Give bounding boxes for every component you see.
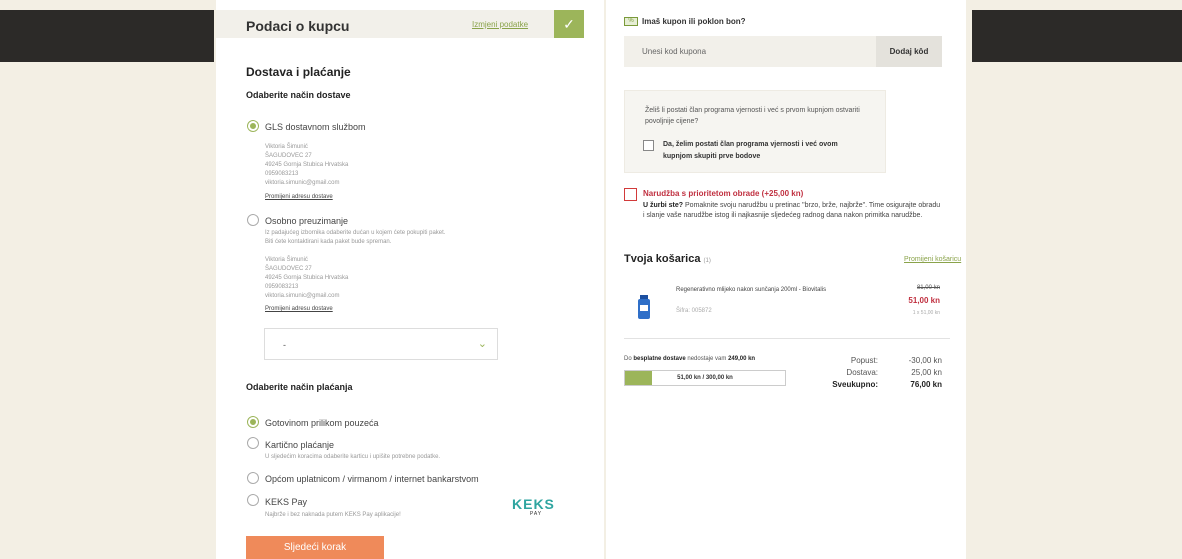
payment-option-keks-label: KEKS Pay: [265, 497, 308, 507]
free-shipping-mid: nedostaje vam: [685, 356, 729, 362]
coupon-title: Imaš kupon ili poklon bon?: [642, 17, 746, 26]
background-band-right: [972, 10, 1182, 62]
store-select[interactable]: - ⌄: [264, 328, 498, 360]
summary-total-label: Sveukupno:: [832, 380, 878, 389]
cart-count: (1): [703, 258, 711, 264]
address-line: ŠAGUDOVEC 27: [265, 266, 312, 272]
background-band-left: [0, 10, 214, 62]
address-line: 49245 Gornja Stubica Hrvatska: [265, 275, 349, 281]
summary-total-value: 76,00 kn: [910, 380, 942, 389]
loyalty-box: Želiš li postati član programa vjernosti…: [624, 90, 886, 173]
address-line: viktoria.simunic@gmail.com: [265, 180, 340, 186]
summary-shipping-value: 25,00 kn: [911, 368, 942, 377]
card-description: U sljedećim koracima odaberite karticu i…: [265, 454, 441, 460]
product-price: 51,00 kn: [908, 296, 940, 305]
edit-buyer-link[interactable]: Izmjeni podatke: [472, 20, 528, 29]
delivery-payment-heading: Dostava i plaćanje: [246, 65, 351, 79]
payment-radio-keks[interactable]: [247, 494, 259, 506]
address-line: 0959083213: [265, 284, 299, 290]
priority-checkbox[interactable]: [624, 188, 637, 201]
cart-divider: [624, 338, 950, 339]
cart-title-text: Tvoja košarica: [624, 253, 701, 265]
cart-title: Tvoja košarica (1): [624, 253, 711, 265]
coupon-code-input[interactable]: [624, 36, 876, 67]
product-name[interactable]: Regenerativno mlijeko nakon sunčanja 200…: [676, 285, 856, 295]
payment-option-card-label: Kartično plaćanje: [265, 440, 335, 450]
pickup-description: Iz padajućeg izbornika odaberite dućan u…: [265, 229, 445, 247]
summary-discount-label: Popust:: [850, 356, 878, 365]
delivery-option-gls-label: GLS dostavnom službom: [265, 122, 366, 132]
store-select-value: -: [283, 340, 286, 350]
payment-radio-cash[interactable]: [247, 416, 259, 428]
address-line: 0959083213: [265, 171, 299, 177]
description-line: Iz padajućeg izbornika odaberite dućan u…: [265, 230, 446, 236]
free-shipping-text: Do besplatne dostave nedostaje vam 249,0…: [624, 356, 755, 362]
summary-shipping-label: Dostava:: [846, 368, 878, 377]
coupon-icon: %: [624, 17, 638, 26]
priority-lead: U žurbi ste?: [643, 202, 684, 209]
change-address-link-gls[interactable]: Promijeni adresu dostave: [265, 194, 333, 200]
product-image[interactable]: [637, 295, 651, 319]
priority-body: Pomaknite svoju narudžbu u pretinac "brz…: [643, 202, 941, 219]
delivery-radio-gls[interactable]: [247, 120, 259, 132]
address-line: Viktoria Šimunić: [265, 257, 308, 263]
change-cart-link[interactable]: Promijeni košaricu: [904, 256, 961, 263]
payment-method-heading: Odaberite način plaćanja: [246, 382, 353, 392]
free-shipping-amount: 249,00 kn: [728, 356, 756, 362]
priority-title: Narudžba s prioritetom obrade (+25,00 kn…: [643, 189, 804, 198]
buyer-confirmed-check-icon: ✓: [554, 10, 584, 38]
buyer-title: Podaci o kupcu: [246, 18, 350, 34]
progress-label: 51,00 kn / 300,00 kn: [677, 375, 733, 381]
chevron-down-icon: ⌄: [477, 338, 487, 350]
next-step-button[interactable]: Sljedeći korak: [246, 536, 384, 559]
keks-description: Najbrže i bez naknada putem KEKS Pay apl…: [265, 512, 401, 518]
address-line: ŠAGUDOVEC 27: [265, 153, 312, 159]
address-line: 49245 Gornja Stubica Hrvatska: [265, 162, 349, 168]
priority-text: U žurbi ste? Pomaknite svoju narudžbu u …: [643, 201, 943, 221]
keks-pay-logo: KEKS PAY: [512, 497, 560, 519]
free-shipping-bold: besplatne dostave: [633, 356, 686, 362]
loyalty-checkbox[interactable]: [643, 140, 654, 151]
change-address-link-pickup[interactable]: Promijeni adresu dostave: [265, 306, 333, 312]
product-sku: Šifra: 005872: [676, 308, 712, 314]
address-line: viktoria.simunic@gmail.com: [265, 293, 340, 299]
free-shipping-pre: Do: [624, 356, 634, 362]
delivery-radio-pickup[interactable]: [247, 214, 259, 226]
payment-option-cash-label: Gotovinom prilikom pouzeća: [265, 418, 379, 428]
loyalty-text: Želiš li postati član programa vjernosti…: [645, 107, 860, 125]
gls-address: Viktoria Šimunić ŠAGUDOVEC 27 49245 Gorn…: [265, 143, 348, 188]
loyalty-checkbox-label: Da, želim postati član programa vjernost…: [663, 141, 838, 160]
free-shipping-progress: 51,00 kn / 300,00 kn: [624, 370, 786, 386]
buyer-section-header: Podaci o kupcu Izmjeni podatke: [216, 10, 584, 38]
keks-logo-text: KEKS: [512, 496, 555, 512]
pickup-address: Viktoria Šimunić ŠAGUDOVEC 27 49245 Gorn…: [265, 256, 348, 301]
checkout-right-panel: [606, 0, 966, 559]
payment-radio-transfer[interactable]: [247, 472, 259, 484]
address-line: Viktoria Šimunić: [265, 144, 308, 150]
add-coupon-button[interactable]: Dodaj kôd: [876, 36, 942, 67]
product-old-price: 81,00 kn: [916, 285, 940, 291]
product-qty-price: 1 x 51,00 kn: [912, 310, 940, 316]
delivery-option-pickup-label: Osobno preuzimanje: [265, 216, 349, 226]
description-line: Biti ćete kontaktirani kada paket bude s…: [265, 239, 392, 245]
payment-option-transfer-label: Općom uplatnicom / virmanom / internet b…: [265, 474, 479, 484]
delivery-method-heading: Odaberite način dostave: [246, 90, 351, 100]
payment-radio-card[interactable]: [247, 437, 259, 449]
summary-discount-value: -30,00 kn: [908, 356, 942, 365]
